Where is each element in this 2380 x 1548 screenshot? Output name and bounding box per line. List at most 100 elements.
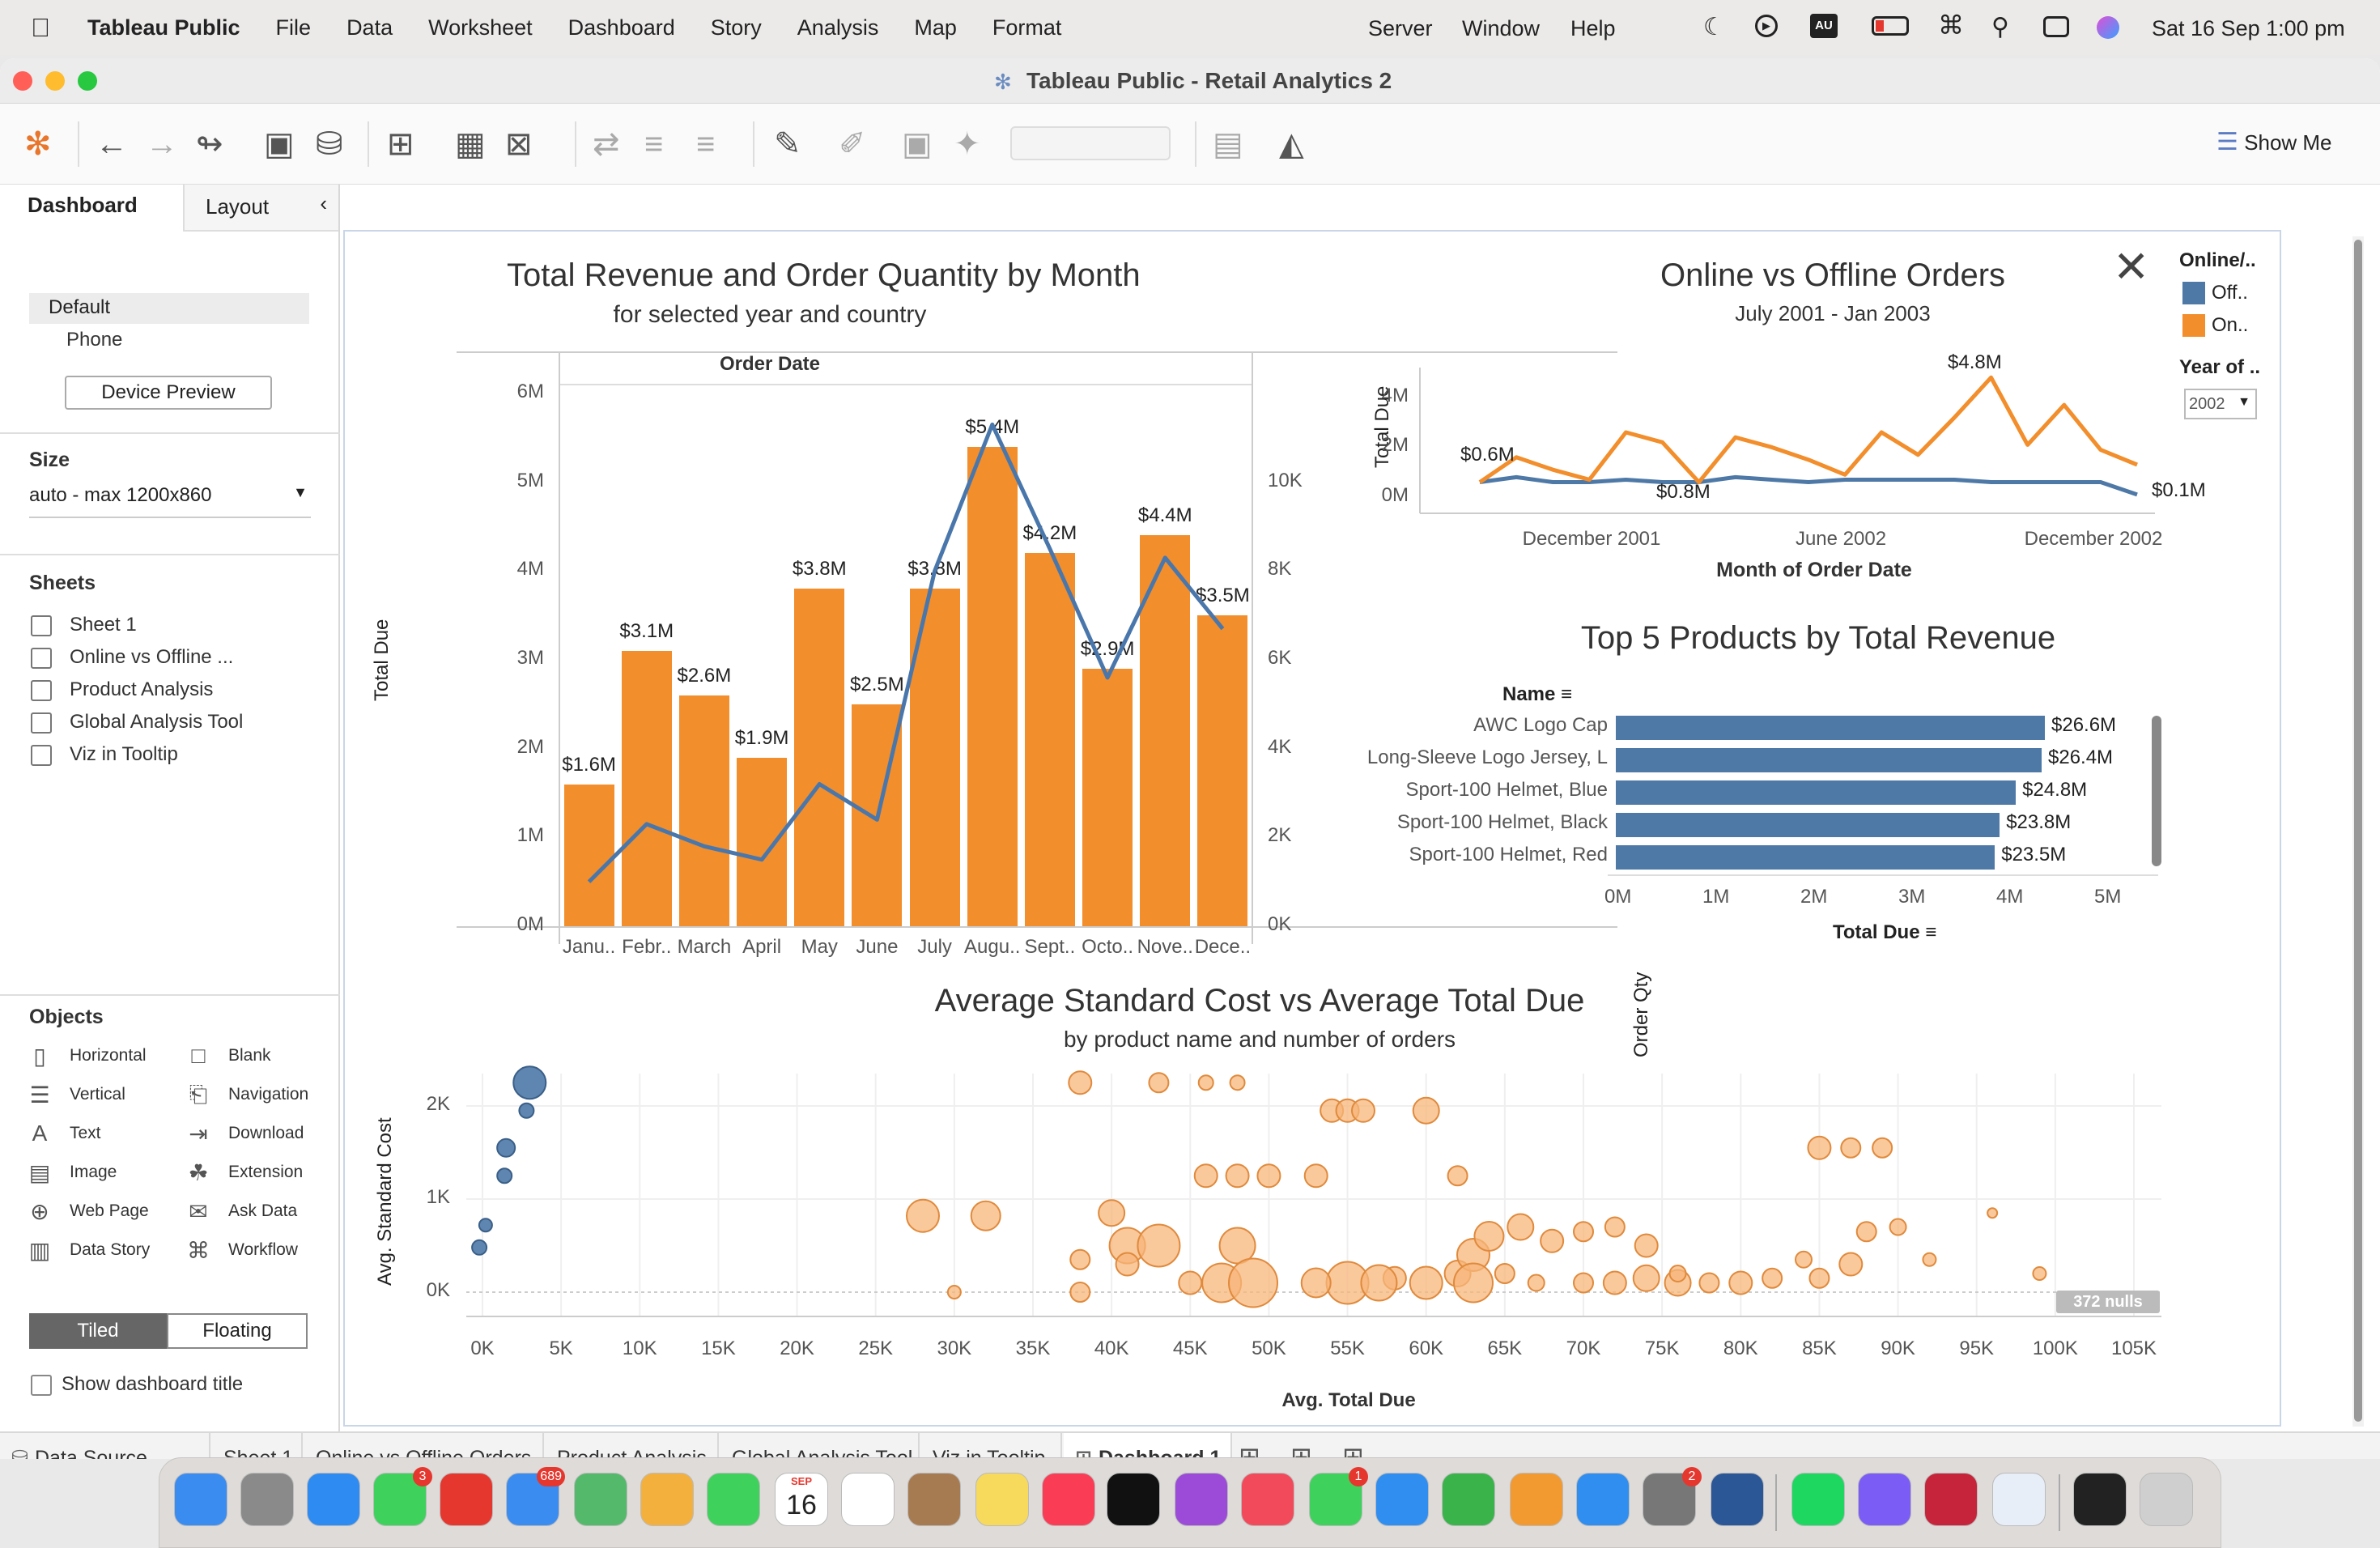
product-bubble[interactable]	[1762, 1267, 1783, 1289]
ask-data-object[interactable]: Ask Data	[228, 1201, 297, 1221]
new-dashboard-tab-icon[interactable]: ⊞	[1290, 1441, 1312, 1459]
app-store-icon[interactable]	[1576, 1473, 1630, 1526]
text-object-icon[interactable]: A	[26, 1121, 53, 1146]
keynote-icon[interactable]	[1375, 1473, 1429, 1526]
messenger-icon[interactable]	[1858, 1473, 1911, 1526]
new-worksheet-icon[interactable]: ⊞	[387, 126, 414, 162]
keyboard-input-icon[interactable]: AU	[1810, 14, 1838, 38]
reminders-icon[interactable]	[841, 1473, 895, 1526]
battery-icon[interactable]	[1872, 16, 1909, 36]
sheet-tab[interactable]: Product Analysis	[546, 1433, 719, 1459]
product-bubble[interactable]	[1840, 1137, 1862, 1159]
facetime-icon[interactable]	[707, 1473, 760, 1526]
tableau-icon[interactable]	[1992, 1473, 2046, 1526]
tableau-logo-icon[interactable]: ✻	[24, 126, 52, 162]
product-bubble[interactable]	[1069, 1282, 1091, 1303]
product-bubble[interactable]	[1115, 1252, 1140, 1277]
notes-icon[interactable]	[975, 1473, 1029, 1526]
podcasts-icon[interactable]	[1175, 1473, 1228, 1526]
product-bubble[interactable]	[1987, 1207, 1999, 1219]
offline-product-bubble[interactable]	[471, 1239, 488, 1256]
show-title-checkbox[interactable]	[31, 1375, 52, 1396]
show-cards-icon[interactable]: ▤	[1213, 126, 1243, 162]
product-bubble[interactable]	[1300, 1267, 1332, 1299]
product-bubble[interactable]	[1225, 1163, 1250, 1189]
apple-icon[interactable]: 	[31, 13, 50, 43]
new-worksheet-tab-icon[interactable]: ⊞	[1239, 1441, 1260, 1459]
word-icon[interactable]	[1711, 1473, 1764, 1526]
new-story-tab-icon[interactable]: ⊞	[1342, 1441, 1364, 1459]
device-phone[interactable]: Phone	[66, 329, 122, 351]
product-bubble[interactable]	[2032, 1266, 2047, 1281]
play-icon[interactable]: ▶	[1755, 15, 1778, 37]
product-bubble[interactable]	[1351, 1098, 1375, 1123]
product-bubble[interactable]	[1360, 1264, 1398, 1302]
offline-product-bubble[interactable]	[512, 1065, 547, 1100]
numbers-icon[interactable]	[1442, 1473, 1495, 1526]
menu-help[interactable]: Help	[1570, 16, 1616, 41]
canvas-scrollbar[interactable]	[2352, 236, 2364, 1427]
product-bubble[interactable]	[1808, 1267, 1830, 1289]
highlight-icon[interactable]: ✎	[774, 126, 801, 162]
product-bubble[interactable]	[1889, 1218, 1907, 1236]
offline-product-bubble[interactable]	[518, 1102, 535, 1119]
redirect-icon[interactable]: ↬	[196, 126, 223, 162]
product-bubble[interactable]	[1838, 1252, 1864, 1277]
scroll-thumb[interactable]	[2354, 240, 2362, 1422]
sheet-tab[interactable]: Online vs Offline Orders	[304, 1433, 544, 1459]
minimize-window-button[interactable]	[45, 71, 65, 91]
product-bubble[interactable]	[1068, 1070, 1093, 1095]
photos-icon[interactable]	[640, 1473, 694, 1526]
product-bubble[interactable]	[1229, 1074, 1246, 1091]
menu-map[interactable]: Map	[914, 15, 957, 40]
product-bubble[interactable]	[1412, 1096, 1440, 1125]
menu-server[interactable]: Server	[1368, 16, 1433, 41]
extension-object-icon[interactable]: ☘	[185, 1159, 212, 1186]
wifi-icon[interactable]: ⌘	[1938, 10, 1964, 40]
offline-product-bubble[interactable]	[496, 1167, 513, 1184]
menu-dashboard[interactable]: Dashboard	[568, 15, 675, 40]
download-object[interactable]: Download	[228, 1124, 304, 1143]
forward-arrow-icon[interactable]: →	[146, 126, 178, 162]
product-bubble[interactable]	[946, 1285, 962, 1299]
vertical-object[interactable]: Vertical	[70, 1085, 125, 1104]
product-bubble[interactable]	[1256, 1163, 1281, 1189]
menu-analysis[interactable]: Analysis	[797, 15, 879, 40]
web-page-object[interactable]: Web Page	[70, 1201, 149, 1221]
clock[interactable]: Sat 16 Sep 1:00 pm	[2152, 16, 2345, 41]
duplicate-icon[interactable]: ▦	[455, 126, 486, 162]
scatter-chart[interactable]	[345, 232, 2283, 1428]
presentation-icon[interactable]: ◭	[1279, 126, 1304, 162]
sheet-tab[interactable]: Global Analysis Tool	[720, 1433, 920, 1459]
zoom-window-button[interactable]	[78, 71, 97, 91]
product-bubble[interactable]	[906, 1198, 940, 1233]
image-object[interactable]: Image	[70, 1163, 117, 1182]
show-me-button[interactable]: ☰ Show Me	[2216, 128, 2332, 156]
sheet-tab[interactable]: Viz in Tooltip	[921, 1433, 1062, 1459]
pages-icon[interactable]	[1510, 1473, 1563, 1526]
workflow-object-icon[interactable]: ⌘	[185, 1237, 212, 1264]
menu-format[interactable]: Format	[992, 15, 1062, 40]
sheet-tab[interactable]: ⊞ Dashboard 1	[1064, 1433, 1232, 1459]
product-bubble[interactable]	[1507, 1213, 1535, 1241]
product-bubble[interactable]	[1447, 1165, 1468, 1187]
product-bubble[interactable]	[1527, 1274, 1545, 1292]
workflow-object[interactable]: Workflow	[228, 1240, 298, 1260]
search-icon[interactable]: ⚲	[1991, 13, 2009, 41]
product-bubble[interactable]	[1228, 1257, 1278, 1308]
sheet-item[interactable]: Online vs Offline ...	[70, 646, 233, 669]
download-object-icon[interactable]: ⇥	[185, 1121, 212, 1147]
close-window-button[interactable]	[13, 71, 32, 91]
product-bubble[interactable]	[970, 1200, 1001, 1231]
product-bubble[interactable]	[1698, 1272, 1720, 1294]
menu-data[interactable]: Data	[346, 15, 393, 40]
product-bubble[interactable]	[1807, 1135, 1832, 1160]
finder-icon[interactable]	[174, 1473, 227, 1526]
product-bubble[interactable]	[1193, 1163, 1218, 1189]
blank-object[interactable]: Blank	[228, 1046, 271, 1065]
product-bubble[interactable]	[1634, 1233, 1659, 1258]
pin-icon[interactable]: ✦	[954, 126, 981, 162]
fit-dropdown[interactable]	[1010, 126, 1171, 160]
new-datasource-icon[interactable]: ⛁	[316, 126, 343, 162]
tab-dashboard[interactable]: Dashboard	[28, 193, 138, 218]
